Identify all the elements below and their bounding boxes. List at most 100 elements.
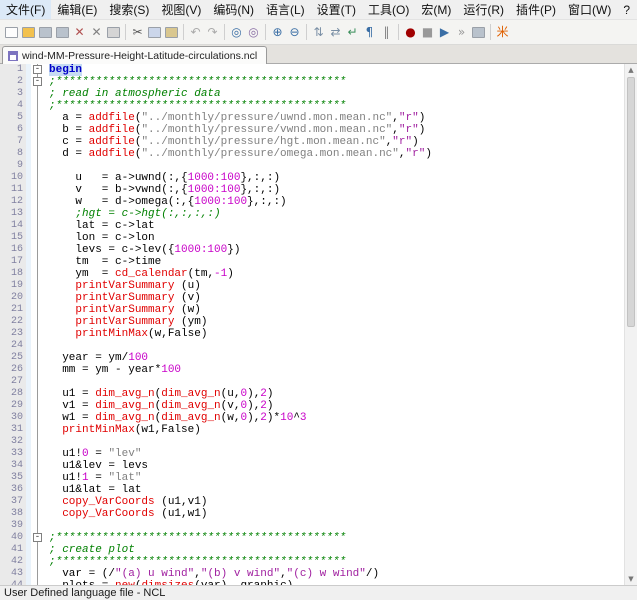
find-icon[interactable]: ◎	[228, 23, 245, 42]
fold-margin[interactable]: -	[31, 532, 45, 544]
line-number[interactable]: 6	[0, 124, 26, 136]
code-text[interactable]: ym = cd_calendar(tm,-1)	[45, 268, 234, 280]
code-line[interactable]: 8 d = addfile("../monthly/pressure/omega…	[0, 148, 624, 160]
fold-margin[interactable]	[31, 568, 45, 580]
open-folder-icon[interactable]	[20, 23, 37, 42]
code-line[interactable]: 27	[0, 376, 624, 388]
code-line[interactable]: 37 copy_VarCoords (u1,v1)	[0, 496, 624, 508]
code-text[interactable]: begin	[45, 64, 82, 76]
code-line[interactable]: 30 w1 = dim_avg_n(dim_avg_n(w,0),2)*10^3	[0, 412, 624, 424]
code-text[interactable]	[45, 436, 49, 448]
fold-margin[interactable]	[31, 412, 45, 424]
code-text[interactable]	[45, 520, 49, 532]
code-text[interactable]: ; read in atmospheric data	[45, 88, 221, 100]
redo-icon[interactable]: ↷	[204, 23, 221, 42]
code-line[interactable]: 16 levs = c->lev({1000:100})	[0, 244, 624, 256]
menu-run[interactable]: 运行(R)	[457, 0, 510, 19]
code-line[interactable]: 24	[0, 340, 624, 352]
menu-view[interactable]: 视图(V)	[155, 0, 207, 19]
code-line[interactable]: 25 year = ym/100	[0, 352, 624, 364]
undo-icon[interactable]: ↶	[187, 23, 204, 42]
line-number[interactable]: 14	[0, 220, 26, 232]
zoom-in-icon[interactable]: ⊕	[269, 23, 286, 42]
code-line[interactable]: 38 copy_VarCoords (u1,w1)	[0, 508, 624, 520]
line-number[interactable]: 43	[0, 568, 26, 580]
fold-margin[interactable]	[31, 556, 45, 568]
fold-margin[interactable]	[31, 160, 45, 172]
code-line[interactable]: 1-begin	[0, 64, 624, 76]
line-number[interactable]: 5	[0, 112, 26, 124]
line-number[interactable]: 9	[0, 160, 26, 172]
fold-margin[interactable]	[31, 460, 45, 472]
line-number[interactable]: 20	[0, 292, 26, 304]
line-number[interactable]: 10	[0, 172, 26, 184]
line-number[interactable]: 31	[0, 424, 26, 436]
code-line[interactable]: 7 c = addfile("../monthly/pressure/hgt.m…	[0, 136, 624, 148]
code-text[interactable]: printVarSummary (ym)	[45, 316, 207, 328]
line-number[interactable]: 19	[0, 280, 26, 292]
indent-guide-icon[interactable]: ‖	[378, 23, 395, 42]
fold-collapse-icon[interactable]: -	[33, 65, 42, 74]
save-macro-icon[interactable]	[470, 23, 487, 42]
code-text[interactable]: b = addfile("../monthly/pressure/vwnd.mo…	[45, 124, 425, 136]
line-number[interactable]: 42	[0, 556, 26, 568]
scroll-down-button[interactable]: ▼	[625, 573, 637, 585]
fold-margin[interactable]	[31, 136, 45, 148]
code-text[interactable]	[45, 160, 49, 172]
line-number[interactable]: 24	[0, 340, 26, 352]
scrollbar-thumb[interactable]	[627, 77, 635, 327]
fold-collapse-icon[interactable]: -	[33, 77, 42, 86]
save-icon[interactable]	[37, 23, 54, 42]
line-number[interactable]: 7	[0, 136, 26, 148]
code-text[interactable]: ;***************************************…	[45, 532, 346, 544]
fold-margin[interactable]	[31, 508, 45, 520]
fold-margin[interactable]	[31, 256, 45, 268]
paste-icon[interactable]	[163, 23, 180, 42]
fold-collapse-icon[interactable]: -	[33, 533, 42, 542]
code-text[interactable]: lon = c->lon	[45, 232, 155, 244]
code-text[interactable]: u1!0 = "lev"	[45, 448, 141, 460]
code-text[interactable]	[45, 376, 49, 388]
code-line[interactable]: 17 tm = c->time	[0, 256, 624, 268]
code-line[interactable]: 22 printVarSummary (ym)	[0, 316, 624, 328]
line-number[interactable]: 27	[0, 376, 26, 388]
code-text[interactable]: ;hgt = c->hgt(:,:,:,:)	[45, 208, 221, 220]
plugin-icon[interactable]: 米	[494, 23, 511, 42]
line-number[interactable]: 12	[0, 196, 26, 208]
fold-margin[interactable]	[31, 244, 45, 256]
code-text[interactable]: lat = c->lat	[45, 220, 155, 232]
close-file-icon[interactable]: ✕	[71, 23, 88, 42]
code-line[interactable]: 13 ;hgt = c->hgt(:,:,:,:)	[0, 208, 624, 220]
code-line[interactable]: 35 u1!1 = "lat"	[0, 472, 624, 484]
menu-edit[interactable]: 编辑(E)	[51, 0, 103, 19]
fold-margin[interactable]	[31, 304, 45, 316]
code-text[interactable]: c = addfile("../monthly/pressure/hgt.mon…	[45, 136, 419, 148]
fold-margin[interactable]	[31, 352, 45, 364]
fold-margin[interactable]: -	[31, 64, 45, 76]
replace-icon[interactable]: ◎	[245, 23, 262, 42]
line-number[interactable]: 18	[0, 268, 26, 280]
editor[interactable]: 1-begin2-;******************************…	[0, 64, 637, 585]
code-line[interactable]: 34 u1&lev = levs	[0, 460, 624, 472]
line-number[interactable]: 41	[0, 544, 26, 556]
fold-margin[interactable]	[31, 148, 45, 160]
sync-vertical-icon[interactable]: ⇅	[310, 23, 327, 42]
code-text[interactable]: ;***************************************…	[45, 100, 346, 112]
code-text[interactable]: ;***************************************…	[45, 76, 346, 88]
menu-file[interactable]: 文件(F)	[0, 0, 51, 19]
code-line[interactable]: 10 u = a->uwnd(:,{1000:100},:,:)	[0, 172, 624, 184]
code-text[interactable]: tm = c->time	[45, 256, 161, 268]
code-text[interactable]: d = addfile("../monthly/pressure/omega.m…	[45, 148, 432, 160]
fold-margin[interactable]	[31, 316, 45, 328]
code-line[interactable]: 9	[0, 160, 624, 172]
line-number[interactable]: 11	[0, 184, 26, 196]
code-text[interactable]: u = a->uwnd(:,{1000:100},:,:)	[45, 172, 280, 184]
menu-search[interactable]: 搜索(S)	[103, 0, 155, 19]
code-line[interactable]: 2-;*************************************…	[0, 76, 624, 88]
fold-margin[interactable]	[31, 580, 45, 585]
code-text[interactable]: levs = c->lev({1000:100})	[45, 244, 240, 256]
line-number[interactable]: 37	[0, 496, 26, 508]
menu-language[interactable]: 语言(L)	[260, 0, 311, 19]
fold-margin[interactable]	[31, 268, 45, 280]
code-line[interactable]: 12 w = d->omega(:,{1000:100},:,:)	[0, 196, 624, 208]
